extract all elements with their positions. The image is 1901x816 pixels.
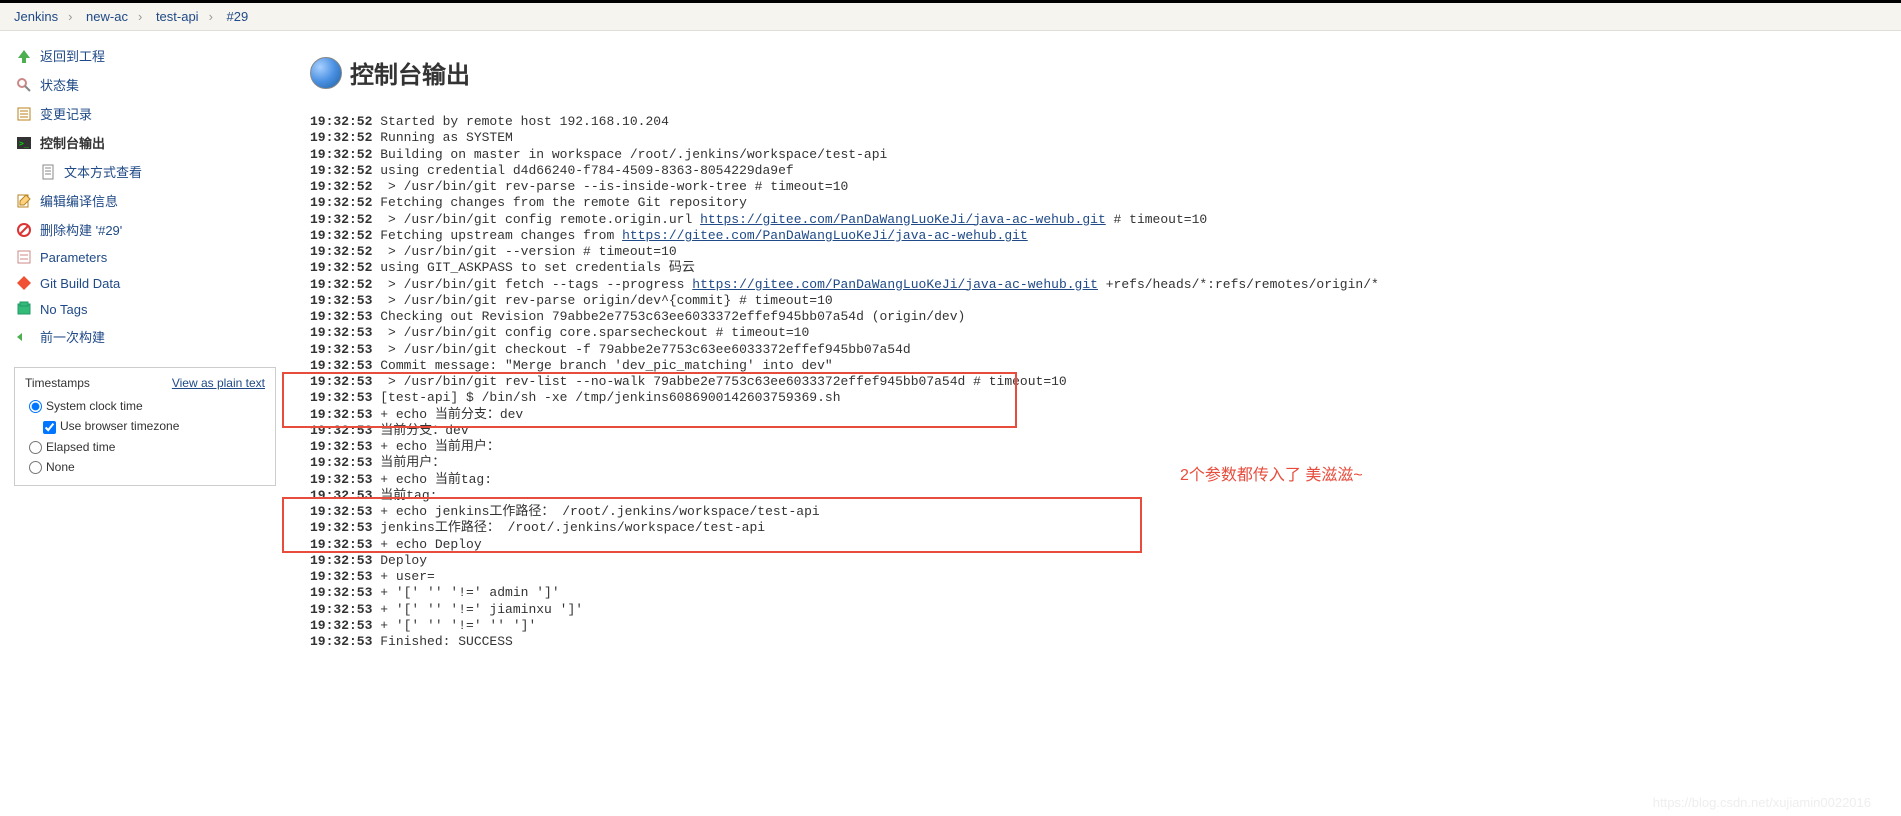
sidebar-item-label: 控制台输出 [40, 133, 105, 152]
console-link[interactable]: https://gitee.com/PanDaWangLuoKeJi/java-… [622, 228, 1028, 243]
console-line: 19:32:53 Commit message: "Merge branch '… [310, 358, 1881, 374]
crumb-test-api[interactable]: test-api [152, 9, 203, 24]
delete-icon [14, 222, 34, 238]
opt-system[interactable]: System clock time [29, 399, 143, 413]
console-line: 19:32:52 > /usr/bin/git --version # time… [310, 244, 1881, 260]
console-line: 19:32:53 Finished: SUCCESS [310, 634, 1881, 650]
sidebar-item-label: 前一次构建 [40, 327, 105, 346]
radio-none[interactable] [29, 461, 42, 474]
crumb-new-ac[interactable]: new-ac [82, 9, 132, 24]
console-line: 19:32:53 jenkins工作路径： /root/.jenkins/wor… [310, 520, 1881, 536]
console-line: 19:32:53 > /usr/bin/git rev-parse origin… [310, 293, 1881, 309]
content-area: 控制台输出 19:32:52 Started by remote host 19… [290, 31, 1901, 674]
console-line: 19:32:52 > /usr/bin/git config remote.or… [310, 212, 1881, 228]
console-line: 19:32:53 当前tag: [310, 488, 1881, 504]
console-line: 19:32:52 > /usr/bin/git rev-parse --is-i… [310, 179, 1881, 195]
console-line: 19:32:53 + echo Deploy [310, 537, 1881, 553]
opt-elapsed[interactable]: Elapsed time [29, 440, 115, 454]
sidebar-item-status[interactable]: 状态集 [14, 70, 290, 99]
terminal-icon: >_ [14, 135, 34, 151]
sidebar-item-parameters[interactable]: Parameters [14, 244, 290, 270]
console-line: 19:32:53 + '[' '' '!=' '' ']' [310, 618, 1881, 634]
sidebar-item-changes[interactable]: 变更记录 [14, 99, 290, 128]
console-line: 19:32:53 + '[' '' '!=' admin ']' [310, 585, 1881, 601]
opt-none[interactable]: None [29, 460, 75, 474]
crumb-jenkins[interactable]: Jenkins [10, 9, 62, 24]
prev-arrow-icon [14, 329, 34, 345]
timestamps-panel: Timestamps View as plain text System clo… [14, 367, 276, 486]
sidebar-item-label: Parameters [40, 250, 107, 265]
console-line: 19:32:52 using GIT_ASKPASS to set creden… [310, 260, 1881, 276]
sidebar-item-label: 编辑编译信息 [40, 191, 118, 210]
sidebar-item-delete[interactable]: 删除构建 '#29' [14, 215, 290, 244]
console-line: 19:32:53 + echo 当前tag: [310, 472, 1881, 488]
console-line: 19:32:52 Fetching upstream changes from … [310, 228, 1881, 244]
opt-browser[interactable]: Use browser timezone [43, 419, 179, 433]
parameters-icon [14, 249, 34, 265]
edit-icon [14, 193, 34, 209]
panel-title: Timestamps [25, 376, 90, 390]
breadcrumb: Jenkins› new-ac› test-api› #29 [0, 3, 1901, 31]
console-line: 19:32:52 Building on master in workspace… [310, 147, 1881, 163]
sidebar-item-notags[interactable]: No Tags [14, 296, 290, 322]
page-title: 控制台输出 [350, 55, 470, 90]
console-output: 19:32:52 Started by remote host 192.168.… [310, 114, 1881, 650]
console-line: 19:32:53 + user= [310, 569, 1881, 585]
console-line: 19:32:53 + echo 当前分支：dev [310, 407, 1881, 423]
globe-icon [310, 57, 342, 89]
sidebar-item-label: Git Build Data [40, 276, 120, 291]
console-line: 19:32:53 当前用户： [310, 455, 1881, 471]
console-line: 19:32:53 Checking out Revision 79abbe2e7… [310, 309, 1881, 325]
console-line: 19:32:53 当前分支：dev [310, 423, 1881, 439]
check-browser[interactable] [43, 421, 56, 434]
console-line: 19:32:53 > /usr/bin/git rev-list --no-wa… [310, 374, 1881, 390]
plain-text-link[interactable]: View as plain text [172, 376, 265, 390]
console-line: 19:32:53 + '[' '' '!=' jiaminxu ']' [310, 602, 1881, 618]
notags-icon [14, 301, 34, 317]
sidebar-item-edit[interactable]: 编辑编译信息 [14, 186, 290, 215]
radio-system[interactable] [29, 400, 42, 413]
sidebar-item-label: 返回到工程 [40, 46, 105, 65]
sidebar-item-label: 状态集 [40, 75, 79, 94]
console-line: 19:32:53 > /usr/bin/git config core.spar… [310, 325, 1881, 341]
console-line: 19:32:52 Running as SYSTEM [310, 130, 1881, 146]
sidebar-item-label: 删除构建 '#29' [40, 220, 122, 239]
console-line: 19:32:53 > /usr/bin/git checkout -f 79ab… [310, 342, 1881, 358]
git-icon [14, 275, 34, 291]
changes-icon [14, 106, 34, 122]
sidebar-item-prev[interactable]: 前一次构建 [14, 322, 290, 351]
sidebar-item-console[interactable]: >_ 控制台输出 [14, 128, 290, 157]
console-line: 19:32:52 > /usr/bin/git fetch --tags --p… [310, 277, 1881, 293]
console-line: 19:32:52 Started by remote host 192.168.… [310, 114, 1881, 130]
sidebar-item-plaintext[interactable]: 文本方式查看 [14, 157, 290, 186]
svg-text:>_: >_ [19, 139, 29, 148]
console-line: 19:32:52 using credential d4d66240-f784-… [310, 163, 1881, 179]
console-line: 19:32:52 Fetching changes from the remot… [310, 195, 1881, 211]
sidebar-item-label: No Tags [40, 302, 87, 317]
page-title-row: 控制台输出 [310, 55, 1881, 90]
sidebar-item-back[interactable]: 返回到工程 [14, 41, 290, 70]
up-arrow-icon [14, 48, 34, 64]
console-line: 19:32:53 [test-api] $ /bin/sh -xe /tmp/j… [310, 390, 1881, 406]
sidebar-item-label: 变更记录 [40, 104, 92, 123]
console-line: 19:32:53 + echo jenkins工作路径： /root/.jenk… [310, 504, 1881, 520]
radio-elapsed[interactable] [29, 441, 42, 454]
search-icon [14, 77, 34, 93]
console-link[interactable]: https://gitee.com/PanDaWangLuoKeJi/java-… [692, 277, 1098, 292]
sidebar-item-label: 文本方式查看 [64, 162, 142, 181]
console-link[interactable]: https://gitee.com/PanDaWangLuoKeJi/java-… [700, 212, 1106, 227]
console-line: 19:32:53 Deploy [310, 553, 1881, 569]
sidebar-item-git[interactable]: Git Build Data [14, 270, 290, 296]
document-icon [38, 164, 58, 180]
sidebar: 返回到工程 状态集 变更记录 >_ 控制台输出 文本方式查看 编辑编译信息 删除… [0, 31, 290, 674]
watermark: https://blog.csdn.net/xujiamin0022016 [1653, 795, 1871, 810]
annotation-text: 2个参数都传入了 美滋滋~ [1180, 461, 1363, 485]
console-line: 19:32:53 + echo 当前用户： [310, 439, 1881, 455]
crumb-build-29[interactable]: #29 [223, 9, 253, 24]
